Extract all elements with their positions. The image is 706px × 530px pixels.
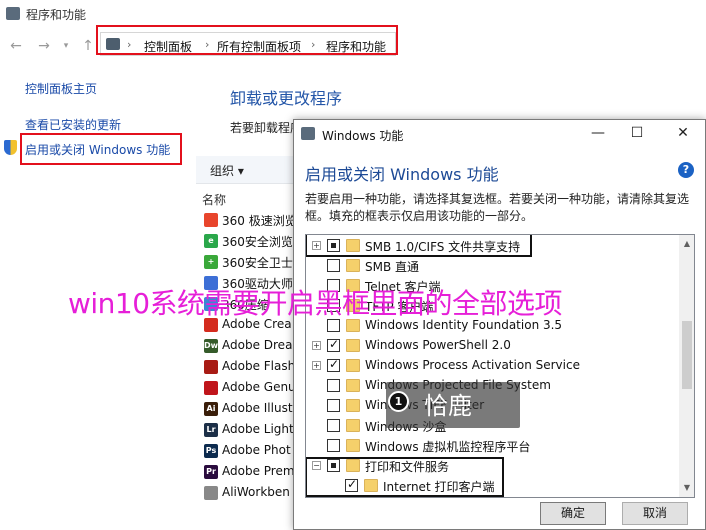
ok-button[interactable]: 确定 [540, 502, 606, 525]
feature-checkbox[interactable] [327, 337, 340, 352]
windows-features-icon [301, 127, 315, 140]
program-row[interactable]: Ps Adobe Phot [204, 441, 304, 462]
program-icon [204, 213, 218, 227]
program-icon [204, 486, 218, 500]
highlight-box-print-services [306, 457, 504, 497]
page-description: 若要卸载程序 [230, 121, 303, 135]
forward-arrow-icon[interactable]: → [36, 38, 52, 54]
scroll-thumb[interactable] [682, 321, 692, 389]
program-row[interactable]: Pr Adobe Prem [204, 462, 304, 483]
program-icon: Dw [204, 339, 218, 353]
help-icon[interactable]: ? [678, 162, 694, 178]
program-icon: Ai [204, 402, 218, 416]
back-arrow-icon[interactable]: ← [8, 38, 24, 54]
program-name: Adobe Illust [222, 401, 293, 415]
dialog-title: Windows 功能 [322, 129, 404, 143]
programs-toolbar: 组织 ▾ [196, 156, 306, 184]
program-name: Adobe Drea [222, 338, 293, 352]
feature-label: Windows PowerShell 2.0 [365, 338, 511, 352]
dialog-heading: 启用或关闭 Windows 功能 [305, 165, 499, 184]
shield-icon [4, 140, 17, 155]
folder-icon [346, 399, 360, 412]
tree-scrollbar[interactable]: ▲ ▼ [679, 235, 694, 497]
program-name: Adobe Phot [222, 443, 291, 457]
program-name: Adobe Light [222, 422, 294, 436]
window-title: 程序和功能 [26, 8, 87, 22]
folder-icon [346, 419, 360, 432]
folder-icon [346, 379, 360, 392]
expand-icon[interactable]: + [312, 341, 321, 350]
program-icon [204, 360, 218, 374]
program-row[interactable]: Adobe Genu [204, 378, 304, 399]
folder-icon [346, 359, 360, 372]
minimize-icon[interactable]: — [587, 123, 609, 143]
highlight-box-address [96, 25, 398, 55]
window-titlebar: 程序和功能 [0, 0, 706, 28]
program-name: Adobe Flash [222, 359, 296, 373]
program-name: Adobe Genu [222, 380, 296, 394]
expand-icon[interactable]: + [312, 361, 321, 370]
program-row[interactable]: e 360安全浏览 [204, 231, 304, 252]
feature-checkbox[interactable] [327, 399, 340, 412]
program-name: AliWorkben [222, 485, 290, 499]
feature-checkbox[interactable] [327, 379, 340, 392]
features-tree: + SMB 1.0/CIFS 文件共享支持 SMB 直通 Telnet 客户端 TFTP… [305, 234, 695, 498]
program-row[interactable]: Dw Adobe Drea [204, 336, 304, 357]
folder-icon [346, 259, 360, 272]
feature-row[interactable]: SMB 直通 [306, 256, 678, 276]
program-icon: Lr [204, 423, 218, 437]
installed-updates-link[interactable]: 查看已安装的更新 [25, 116, 121, 133]
highlight-box-features-link [20, 133, 182, 165]
feature-label: Windows Process Activation Service [365, 358, 580, 372]
dialog-description: 若要启用一种功能，请选择其复选框。若要关闭一种功能，请清除其复选框。填充的框表示… [305, 192, 690, 223]
organize-button[interactable]: 组织 ▾ [210, 162, 244, 179]
control-panel-icon [6, 7, 20, 20]
program-name: 360安全浏览 [222, 235, 293, 249]
feature-label: Windows 虚拟机监控程序平台 [365, 440, 531, 454]
program-name: 360 极速浏览 [222, 214, 297, 228]
overlay-caption: win10系统需要开启黑框里面的全部选项 [68, 287, 563, 320]
feature-checkbox[interactable] [327, 259, 340, 272]
control-panel-home-link[interactable]: 控制面板主页 [25, 80, 97, 97]
program-row[interactable]: AliWorkben [204, 483, 304, 504]
program-row[interactable]: Ai Adobe Illust [204, 399, 304, 420]
recent-dropdown-icon[interactable]: ▾ [58, 38, 74, 54]
program-icon: Pr [204, 465, 218, 479]
feature-checkbox[interactable] [327, 439, 340, 452]
folder-icon [346, 439, 360, 452]
feature-row[interactable]: Windows 虚拟机监控程序平台 [306, 436, 678, 456]
close-icon[interactable]: ✕ [672, 123, 694, 143]
windows-features-dialog: Windows 功能 — ☐ ✕ 启用或关闭 Windows 功能 ? 若要启用… [293, 119, 706, 530]
program-row[interactable]: 360 极速浏览 [204, 210, 304, 231]
folder-icon [346, 339, 360, 352]
highlight-box-smb [306, 235, 532, 257]
page-title: 卸载或更改程序 [230, 89, 343, 108]
program-icon [204, 381, 218, 395]
program-name: Adobe Prem [222, 464, 295, 478]
cancel-button[interactable]: 取消 [622, 502, 688, 525]
feature-label: SMB 直通 [365, 260, 420, 274]
feature-row[interactable]: + Windows PowerShell 2.0 [306, 336, 678, 356]
scroll-up-icon[interactable]: ▲ [682, 239, 692, 249]
program-row[interactable]: Adobe Flash [204, 357, 304, 378]
feature-checkbox[interactable] [327, 419, 340, 432]
program-icon: Ps [204, 444, 218, 458]
up-arrow-icon[interactable]: ↑ [80, 38, 96, 54]
maximize-icon[interactable]: ☐ [626, 123, 648, 143]
watermark-text: 恰鹿 [424, 392, 472, 420]
program-name: 360安全卫士 [222, 256, 293, 270]
program-icon: e [204, 234, 218, 248]
program-row[interactable]: +360安全卫士 [204, 252, 304, 273]
feature-checkbox[interactable] [327, 357, 340, 372]
program-icon: + [204, 255, 218, 269]
watermark-logo-icon: 1 [388, 391, 409, 412]
feature-row[interactable]: + Windows Process Activation Service [306, 356, 678, 376]
program-row[interactable]: Lr Adobe Light [204, 420, 304, 441]
column-header-name[interactable]: 名称 [202, 191, 226, 208]
scroll-down-icon[interactable]: ▼ [682, 483, 692, 493]
